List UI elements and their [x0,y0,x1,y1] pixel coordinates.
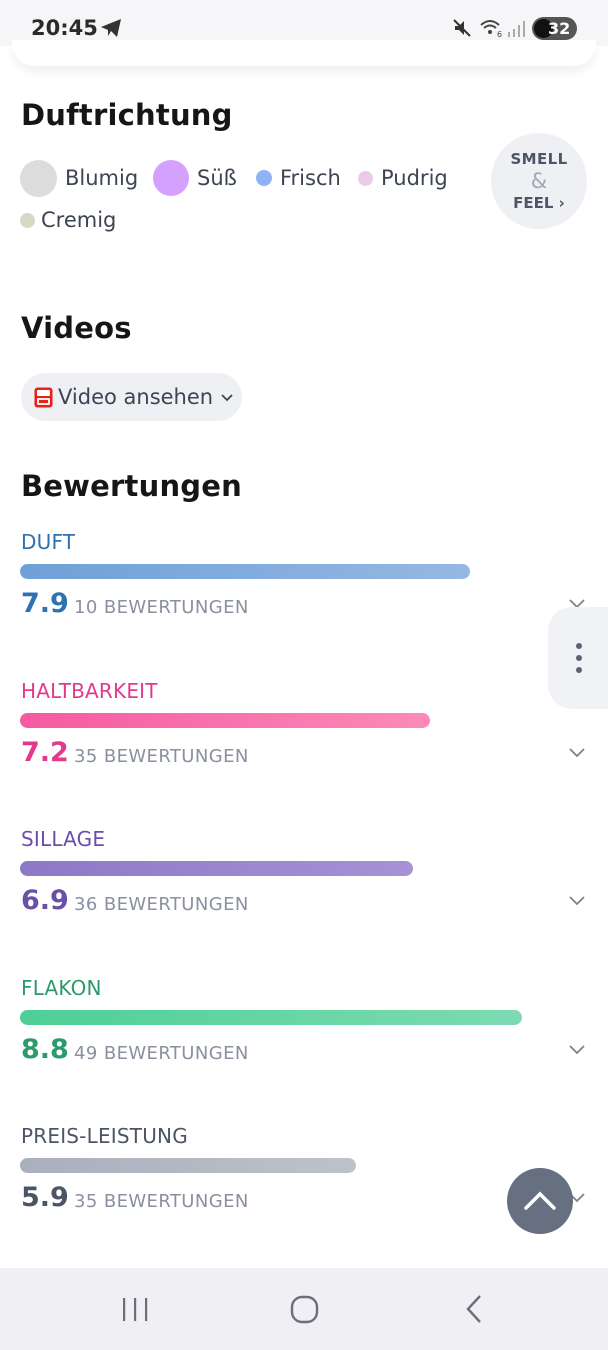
rating-count: 35 BEWERTUNGEN [74,1191,249,1212]
smell-feel-top: SMELL [510,150,568,168]
expand-chevron-icon[interactable] [568,895,586,906]
video-watch-button[interactable]: Video ansehen [21,373,242,421]
rating-count: 10 BEWERTUNGEN [74,597,249,618]
wifi-icon: 6 [480,20,502,39]
rating-label: DUFT [21,530,76,554]
accord-dot [20,212,35,228]
rating-label: SILLAGE [21,827,106,851]
scroll-to-top-button[interactable] [507,1168,573,1234]
rating-label: PREIS-LEISTUNG [21,1124,188,1148]
battery-icon: 32 [532,17,577,40]
accord-label: Süß [197,166,237,190]
home-icon[interactable] [290,1295,319,1324]
rating-bar [20,564,470,579]
accord-chip[interactable]: Cremig [20,200,116,240]
recents-icon[interactable] [121,1297,149,1322]
chevron-down-icon [221,394,233,402]
back-icon[interactable] [464,1294,484,1324]
header-card-bottom [12,40,596,66]
fragrance-notes-title: Duftrichtung [21,98,233,132]
rating-score: 7.9 [21,588,69,619]
telegram-icon [101,19,121,37]
accord-label: Blumig [65,166,139,190]
accord-chip[interactable]: Süß [153,158,237,198]
rating-label: HALTBARKEIT [21,679,158,703]
accord-dot [153,160,189,196]
rating-count: 36 BEWERTUNGEN [74,894,249,915]
rating-count: 49 BEWERTUNGEN [74,1043,249,1064]
side-menu-tab[interactable] [548,607,608,709]
accord-label: Frisch [280,166,341,190]
ratings-title: Bewertungen [21,469,242,503]
rating-bar [20,861,413,876]
accord-chip[interactable]: Pudrig [358,158,448,198]
rating-score: 5.9 [21,1182,69,1213]
rating-bar [20,713,430,728]
more-vertical-icon [576,643,582,673]
smell-feel-amp: & [530,169,548,193]
accord-label: Cremig [41,208,117,232]
rating-score: 6.9 [21,885,69,916]
accord-label: Pudrig [381,166,448,190]
accord-chip[interactable]: Frisch [256,158,341,198]
chevron-up-icon [524,1191,556,1210]
smell-feel-button[interactable]: SMELL & FEEL › [491,133,587,229]
rating-label: FLAKON [21,976,102,1000]
battery-level: 32 [548,19,571,38]
mute-icon [453,19,471,37]
smell-feel-bottom: FEEL › [513,194,565,212]
expand-chevron-icon[interactable] [568,1044,586,1055]
rating-bar [20,1010,522,1025]
youtube-icon [34,387,53,407]
svg-text:6: 6 [497,30,502,39]
accord-chip[interactable]: Blumig [20,158,138,198]
video-button-label: Video ansehen [58,385,214,409]
rating-score: 8.8 [21,1034,69,1065]
accord-dot [256,170,272,186]
expand-chevron-icon[interactable] [568,747,586,758]
rating-count: 35 BEWERTUNGEN [74,746,249,767]
rating-score: 7.2 [21,737,69,768]
accord-dot [358,170,373,186]
videos-title: Videos [21,311,132,345]
accord-dot [20,159,57,197]
status-time: 20:45 [31,16,98,40]
signal-icon [508,21,525,37]
rating-bar [20,1158,356,1173]
